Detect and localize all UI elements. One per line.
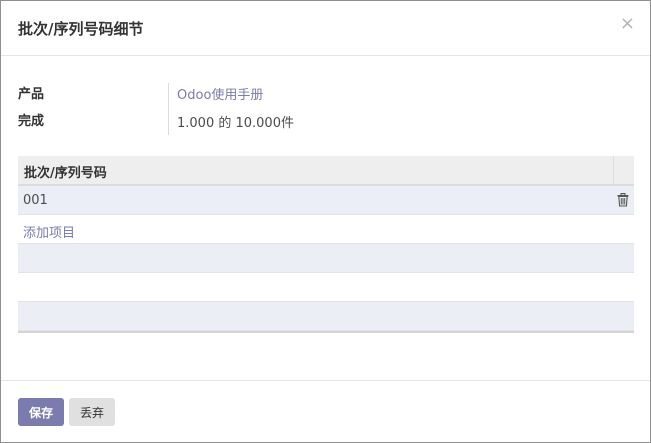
save-button[interactable]: 保存 (18, 398, 64, 426)
lot-serial-dialog: 批次/序列号码细节 × 产品 完成 Odoo使用手册 1.000 的 10.00… (0, 0, 651, 443)
close-icon[interactable]: × (620, 14, 635, 34)
dialog-footer: 保存 丢弃 (1, 380, 650, 442)
product-link[interactable]: Odoo使用手册 (177, 84, 263, 103)
dialog-title: 批次/序列号码细节 (18, 20, 144, 38)
lot-cell[interactable]: 001 (23, 193, 48, 208)
done-label: 完成 (18, 114, 45, 129)
table-header: 批次/序列号码 (18, 156, 634, 186)
discard-button[interactable]: 丢弃 (69, 398, 115, 426)
done-quantity: 1.000 的 10.000件 (177, 116, 294, 131)
field-divider (168, 83, 169, 135)
product-label: 产品 (18, 87, 45, 102)
add-line-row: 添加项目 (18, 215, 634, 244)
trash-icon[interactable] (617, 193, 629, 207)
add-line-link[interactable]: 添加项目 (23, 222, 75, 241)
table-row[interactable]: 001 (18, 186, 634, 215)
lot-table: 批次/序列号码 001 添加项目 (18, 156, 634, 333)
header-separator (613, 156, 614, 184)
empty-row (18, 302, 634, 331)
table-footer-line (18, 331, 634, 333)
dialog-header: 批次/序列号码细节 × (1, 1, 650, 56)
empty-row (18, 244, 634, 273)
empty-row (18, 273, 634, 302)
column-header-lot[interactable]: 批次/序列号码 (24, 162, 107, 181)
